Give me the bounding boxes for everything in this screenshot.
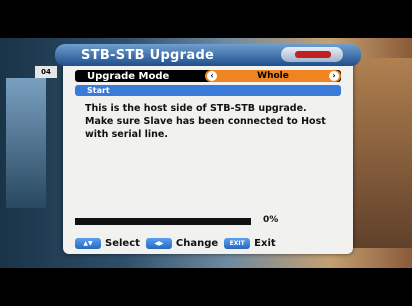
- help-change: ◀▶ Change: [145, 237, 219, 249]
- start-button[interactable]: Start: [75, 85, 341, 96]
- arrow-left-icon[interactable]: ‹: [207, 71, 217, 81]
- progress-bar: [75, 218, 251, 225]
- letterbox-bottom: [0, 268, 412, 306]
- up-down-key-icon: ▲▼: [75, 237, 101, 249]
- upgrade-mode-row[interactable]: Upgrade Mode ‹ Whole ›: [75, 70, 341, 82]
- help-change-label: Change: [175, 237, 219, 249]
- upgrade-mode-value: Whole: [257, 71, 289, 81]
- progress-percent: 0%: [263, 215, 279, 225]
- help-exit: EXIT Exit: [224, 237, 276, 249]
- upgrade-mode-selector[interactable]: ‹ Whole ›: [205, 70, 341, 82]
- dialog-title: STB-STB Upgrade: [81, 47, 215, 63]
- help-select-label: Select: [105, 237, 140, 249]
- help-exit-label: Exit: [254, 237, 276, 249]
- start-label: Start: [87, 86, 110, 95]
- brand-logo-icon: [281, 47, 343, 62]
- upgrade-mode-label: Upgrade Mode: [87, 70, 170, 82]
- left-right-key-icon: ◀▶: [145, 237, 172, 249]
- info-message: This is the host side of STB-STB upgrade…: [85, 103, 326, 140]
- exit-key-icon: EXIT: [224, 237, 251, 249]
- upgrade-dialog: 04 STB-STB Upgrade Upgrade Mode ‹ Whole …: [35, 44, 361, 254]
- tv-screen: 04 STB-STB Upgrade Upgrade Mode ‹ Whole …: [0, 0, 412, 306]
- channel-tab: 04: [35, 66, 57, 78]
- dialog-titlebar: STB-STB Upgrade: [55, 44, 361, 66]
- help-bar: ▲▼ Select ◀▶ Change EXIT Exit: [75, 236, 345, 250]
- help-select: ▲▼ Select: [75, 237, 140, 249]
- arrow-right-icon[interactable]: ›: [329, 71, 339, 81]
- letterbox-top: [0, 0, 412, 38]
